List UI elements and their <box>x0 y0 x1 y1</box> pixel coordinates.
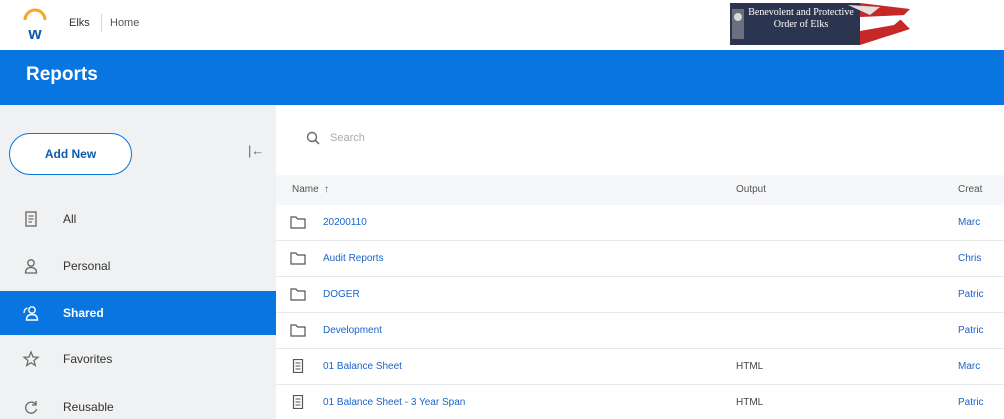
breadcrumb-divider <box>101 14 102 32</box>
sidebar-item-label: Shared <box>63 306 104 320</box>
main-content: Search Name ↑ Output Creat 20200110 Marc… <box>276 105 1004 419</box>
row-name-link[interactable]: Audit Reports <box>323 253 384 264</box>
table-header: Name ↑ Output Creat <box>276 175 1004 205</box>
row-name-link[interactable]: 01 Balance Sheet <box>323 361 402 372</box>
workday-logo-icon[interactable]: w <box>20 8 50 42</box>
sidebar-item-all[interactable]: All <box>0 197 276 241</box>
sidebar-item-label: All <box>63 212 77 226</box>
sort-ascending-icon[interactable]: ↑ <box>324 184 329 195</box>
brand-name: Elks <box>69 17 90 29</box>
document-icon <box>25 211 37 227</box>
search-input[interactable]: Search <box>330 132 365 144</box>
folder-icon <box>290 324 306 337</box>
row-creator-link[interactable]: Patric <box>958 289 1004 300</box>
page-title: Reports <box>26 64 98 85</box>
sidebar: Add New |← All Personal Shared Favorites <box>0 105 276 419</box>
search-field[interactable]: Search <box>306 131 365 145</box>
page-header: Reports <box>0 50 1004 105</box>
breadcrumb-home[interactable]: Home <box>110 17 139 29</box>
refresh-icon <box>25 401 38 414</box>
column-header-creator[interactable]: Creat <box>958 184 982 195</box>
table-row[interactable]: DOGER Patric <box>276 277 1004 313</box>
sidebar-item-label: Personal <box>63 259 111 273</box>
row-creator-link[interactable]: Chris <box>958 253 1004 264</box>
row-creator-link[interactable]: Patric <box>958 325 1004 336</box>
row-name-link[interactable]: DOGER <box>323 289 360 300</box>
person-icon <box>24 259 38 274</box>
sidebar-item-label: Favorites <box>63 352 113 366</box>
column-header-name[interactable]: Name <box>292 184 319 195</box>
elks-banner-logo: Benevolent and Protective Order of Elks <box>730 3 910 45</box>
report-icon <box>292 359 304 373</box>
row-creator-link[interactable]: Marc <box>958 361 1004 372</box>
sidebar-item-shared[interactable]: Shared <box>0 291 276 335</box>
add-new-button[interactable]: Add New <box>9 133 132 175</box>
column-header-output[interactable]: Output <box>736 184 766 195</box>
row-name-link[interactable]: 01 Balance Sheet - 3 Year Span <box>323 397 465 408</box>
banner-caption: Benevolent and Protective Order of Elks <box>748 7 854 30</box>
sidebar-item-favorites[interactable]: Favorites <box>0 337 276 381</box>
folder-icon <box>290 252 306 265</box>
table-row[interactable]: 01 Balance Sheet - 3 Year Span HTML Patr… <box>276 385 1004 419</box>
search-icon <box>306 131 320 145</box>
row-creator-link[interactable]: Patric <box>958 397 1004 408</box>
svg-text:w: w <box>27 24 42 42</box>
sidebar-item-label: Reusable <box>63 400 114 414</box>
star-icon <box>22 350 40 367</box>
row-creator-link[interactable]: Marc <box>958 217 1004 228</box>
collapse-sidebar-icon[interactable]: |← <box>248 143 264 158</box>
row-output: HTML <box>736 397 764 408</box>
top-bar: w Elks Home Benevolent and Protective Or… <box>0 0 1004 50</box>
sidebar-item-reusable[interactable]: Reusable <box>0 385 276 419</box>
report-icon <box>292 395 304 409</box>
sidebar-item-personal[interactable]: Personal <box>0 244 276 288</box>
table-row[interactable]: 20200110 Marc <box>276 205 1004 241</box>
folder-icon <box>290 216 306 229</box>
shared-person-icon <box>23 306 39 321</box>
table-row[interactable]: Audit Reports Chris <box>276 241 1004 277</box>
row-name-link[interactable]: Development <box>323 325 382 336</box>
row-output: HTML <box>736 361 764 372</box>
row-name-link[interactable]: 20200110 <box>323 217 367 228</box>
table-row[interactable]: Development Patric <box>276 313 1004 349</box>
table-row[interactable]: 01 Balance Sheet HTML Marc <box>276 349 1004 385</box>
folder-icon <box>290 288 306 301</box>
